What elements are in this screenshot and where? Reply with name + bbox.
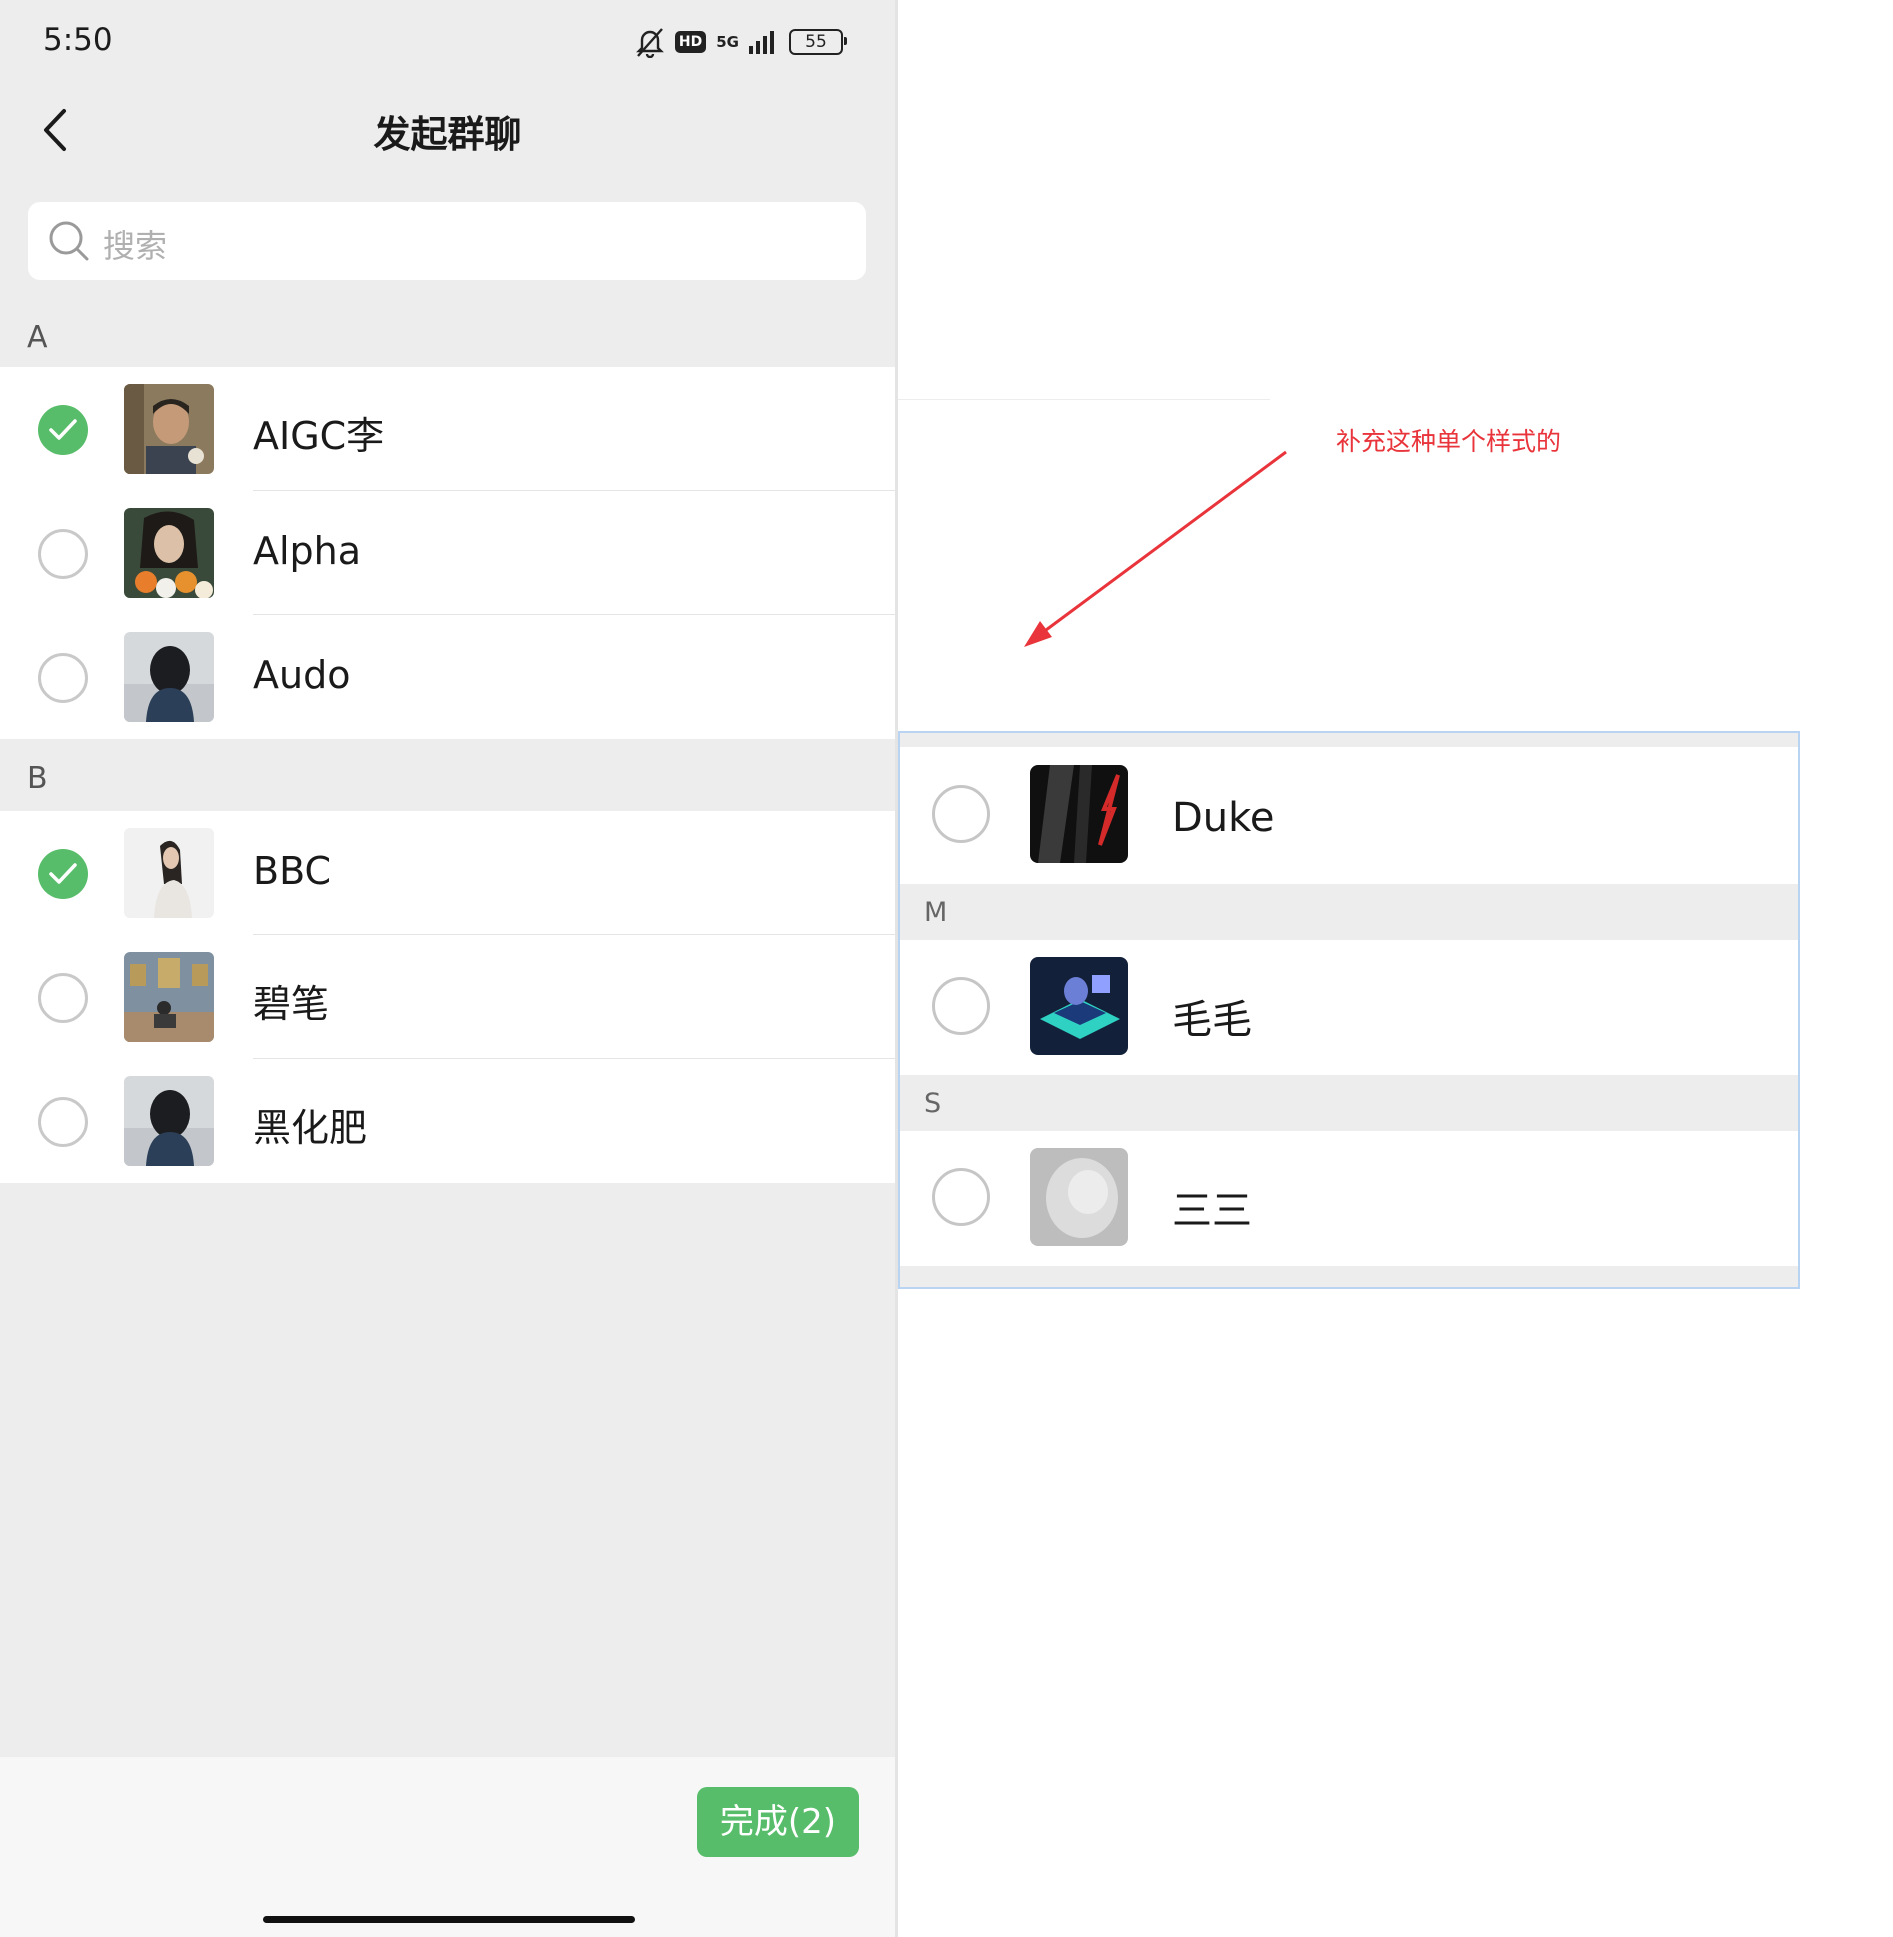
status-icons: HD 5G 55: [635, 22, 847, 62]
avatar: [124, 384, 214, 474]
avatar: [124, 632, 214, 722]
avatar: [124, 1076, 214, 1166]
checkbox-unchecked[interactable]: [932, 785, 990, 843]
section-letter: S: [924, 1088, 942, 1119]
checkbox-unchecked[interactable]: [932, 1168, 990, 1226]
search-placeholder: 搜索: [103, 227, 168, 265]
contact-row-heihuafei[interactable]: 黑化肥: [0, 1059, 895, 1183]
section-gap: [900, 1266, 1798, 1287]
bottom-bar: 完成(2): [0, 1757, 895, 1937]
avatar: [1030, 957, 1128, 1055]
checkbox-unchecked[interactable]: [38, 973, 88, 1023]
example-panel: Duke M 毛毛 S 三三: [898, 731, 1800, 1289]
contact-row-aigc[interactable]: AIGC李: [0, 367, 895, 491]
contact-name: 毛毛: [1172, 997, 1252, 1043]
checkbox-checked[interactable]: [38, 849, 88, 899]
hd-badge: HD: [674, 31, 707, 53]
checkbox-unchecked[interactable]: [38, 653, 88, 703]
section-letter: M: [924, 897, 948, 928]
section-header-s: [900, 1075, 1798, 1131]
contact-row-audo[interactable]: Audo: [0, 615, 895, 739]
phone-screen: 5:50 HD 5G 55 发起群聊 搜索 A AIGC李 Alpha Audo…: [0, 0, 898, 1937]
checkbox-unchecked[interactable]: [932, 977, 990, 1035]
network-label: 5G: [716, 32, 739, 51]
contact-row-bbc[interactable]: BBC: [0, 811, 895, 935]
done-button[interactable]: 完成(2): [697, 1787, 859, 1857]
contact-name: 黑化肥: [253, 1106, 368, 1150]
battery-level: 55: [805, 32, 827, 52]
contact-name: AIGC李: [253, 414, 385, 458]
contact-name: Audo: [253, 653, 351, 697]
checkbox-unchecked[interactable]: [38, 529, 88, 579]
mute-bell-icon: [636, 28, 664, 58]
checkmark-icon: [49, 419, 77, 440]
checkmark-icon: [49, 863, 77, 884]
divider: [898, 399, 1270, 400]
contact-row-bibi[interactable]: 碧笔: [0, 935, 895, 1059]
avatar: [124, 508, 214, 598]
checkbox-checked[interactable]: [38, 405, 88, 455]
contact-name: 碧笔: [253, 982, 330, 1026]
search-input[interactable]: 搜索: [28, 202, 866, 280]
contact-name: 三三: [1172, 1188, 1252, 1234]
annotation-note: 补充这种单个样式的: [1336, 427, 1562, 456]
contact-name: Duke: [1172, 795, 1275, 841]
avatar: [124, 828, 214, 918]
avatar: [124, 952, 214, 1042]
status-time: 5:50: [43, 22, 113, 58]
avatar: [1030, 765, 1128, 863]
signal-icon: [749, 31, 774, 54]
contact-name: BBC: [253, 849, 332, 893]
avatar: [1030, 1148, 1128, 1246]
contact-name: Alpha: [253, 529, 362, 573]
search-icon: [49, 221, 89, 261]
section-header-m: [900, 884, 1798, 940]
battery-icon: 55: [789, 29, 847, 55]
section-gap: [900, 733, 1798, 747]
home-indicator[interactable]: [263, 1916, 635, 1923]
checkbox-unchecked[interactable]: [38, 1097, 88, 1147]
contact-row-alpha[interactable]: Alpha: [0, 491, 895, 615]
page-title: 发起群聊: [373, 113, 522, 156]
